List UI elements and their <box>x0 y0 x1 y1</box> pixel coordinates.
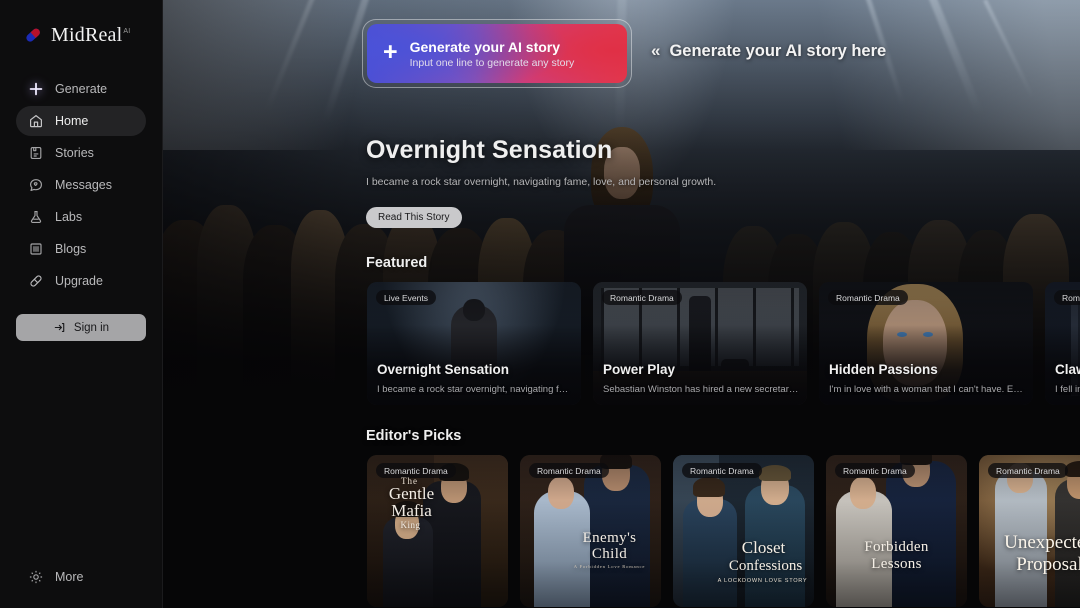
card-title: Claws of Desire <box>1055 362 1080 377</box>
featured-heading: Featured <box>366 255 428 271</box>
brand-logo[interactable]: MidRealAI <box>0 18 162 52</box>
cover-line: Unexpected <box>1004 532 1080 553</box>
featured-card[interactable]: Live Events Overnight Sensation I became… <box>367 282 581 405</box>
chevron-left-icon: « <box>651 41 661 60</box>
login-icon <box>53 321 66 334</box>
sidebar-item-stories[interactable]: Stories <box>16 138 146 168</box>
card-title: Hidden Passions <box>829 362 938 377</box>
app-root: MidRealAI Generate Home Stories Messages… <box>0 0 1080 608</box>
sidebar-item-label: Blogs <box>55 242 87 256</box>
onboarding-hint-text: Generate your AI story here <box>669 41 887 60</box>
genre-badge: Romantic Drama <box>1054 290 1080 305</box>
pill-icon <box>28 273 44 289</box>
brand-superscript: AI <box>123 27 131 35</box>
card-title: Overnight Sensation <box>377 362 510 377</box>
sidebar-item-label: Home <box>55 114 89 128</box>
cover-line: Lessons <box>871 556 922 572</box>
main-content: + Generate your AI story Input one line … <box>163 0 1080 608</box>
cta-subtitle: Input one line to generate any story <box>409 56 575 69</box>
flask-icon <box>28 209 44 225</box>
hero-title: Overnight Sensation <box>366 136 613 164</box>
scroll-icon <box>28 145 44 161</box>
sidebar-item-label: Generate <box>55 82 108 96</box>
brand-name: MidRealAI <box>51 23 131 46</box>
cover-line: Mafia <box>391 501 432 520</box>
sidebar-item-label: Labs <box>55 210 83 224</box>
featured-row: Live Events Overnight Sensation I became… <box>367 282 1080 405</box>
read-this-story-button[interactable]: Read This Story <box>366 207 462 228</box>
hero-copy: Overnight Sensation I became a rock star… <box>366 136 926 228</box>
genre-badge: Live Events <box>376 290 436 305</box>
cover-line: Closet <box>741 538 786 557</box>
sidebar: MidRealAI Generate Home Stories Messages… <box>0 0 163 608</box>
sidebar-item-messages[interactable]: Messages <box>16 170 146 200</box>
sidebar-item-home[interactable]: Home <box>16 106 146 136</box>
card-title: Power Play <box>603 362 676 377</box>
cover-line: Proposal <box>1016 554 1080 575</box>
sidebar-item-upgrade[interactable]: Upgrade <box>16 266 146 296</box>
cta-title: Generate your AI story <box>409 38 561 55</box>
sidebar-item-generate[interactable]: Generate <box>16 74 146 104</box>
cover-line: Forbidden <box>864 539 929 555</box>
editors-picks-heading: Editor's Picks <box>366 428 462 444</box>
card-description: I fell in love with a waifu catgirl and … <box>1055 384 1080 395</box>
sign-in-button[interactable]: Sign in <box>16 314 146 341</box>
sidebar-item-label: Messages <box>55 178 112 192</box>
genre-badge: Romantic Drama <box>835 463 915 478</box>
genre-badge: Romantic Drama <box>602 290 682 305</box>
pick-card[interactable]: Romantic Drama The Gentle Mafia King <box>367 455 508 607</box>
sidebar-item-label: Stories <box>55 146 94 160</box>
cover-line: Confessions <box>728 558 803 574</box>
hero-subtitle: I became a rock star overnight, navigati… <box>366 176 717 188</box>
featured-card[interactable]: Romantic Drama Claws of Desire I fell in… <box>1045 282 1080 405</box>
message-icon <box>28 177 44 193</box>
featured-card[interactable]: Romantic Drama Hidden Passions I'm in lo… <box>819 282 1033 405</box>
book-icon <box>28 241 44 257</box>
sidebar-item-more[interactable]: More <box>16 564 95 590</box>
sidebar-item-label: Upgrade <box>55 274 103 288</box>
home-icon <box>28 113 44 129</box>
genre-badge: Romantic Drama <box>529 463 609 478</box>
sign-in-label: Sign in <box>73 321 110 334</box>
plus-icon: + <box>383 38 398 66</box>
pick-card[interactable]: Romantic Drama Closet Confessions A LOCK… <box>673 455 814 607</box>
featured-card[interactable]: Romantic Drama Power Play Sebastian Wins… <box>593 282 807 405</box>
genre-badge: Romantic Drama <box>682 463 762 478</box>
pick-card[interactable]: Romantic Drama Forbidden Lessons <box>826 455 967 607</box>
card-description: I'm in love with a woman that I can't ha… <box>829 384 1025 395</box>
cover-line: A LOCKDOWN LOVE STORY <box>717 578 808 584</box>
cover-line: Enemy's <box>582 530 637 546</box>
cover-line: A Forbidden Love Romance <box>573 564 646 569</box>
cover-line: King <box>400 520 421 530</box>
cover-line: Gentle <box>388 484 435 503</box>
sidebar-item-labs[interactable]: Labs <box>16 202 146 232</box>
onboarding-hint: « Generate your AI story here <box>651 41 886 61</box>
sidebar-item-label: More <box>55 570 84 584</box>
genre-badge: Romantic Drama <box>828 290 908 305</box>
pick-card[interactable]: Romantic Drama Enemy's Child A Forbidden… <box>520 455 661 607</box>
gear-icon <box>28 569 44 585</box>
sign-in-wrap: Sign in <box>0 304 162 341</box>
pick-card[interactable]: Romantic Drama Unexpected Proposal <box>979 455 1080 607</box>
cover-line: Child <box>591 546 628 562</box>
sidebar-item-blogs[interactable]: Blogs <box>16 234 146 264</box>
card-description: I became a rock star overnight, navigati… <box>377 384 573 395</box>
card-description: Sebastian Winston has hired a new secret… <box>603 384 799 395</box>
pill-logo-icon <box>22 24 44 46</box>
sidebar-nav: Generate Home Stories Messages Labs Blog… <box>0 74 162 296</box>
editors-picks-row: Romantic Drama The Gentle Mafia King Rom… <box>367 455 1080 607</box>
generate-story-cta[interactable]: + Generate your AI story Input one line … <box>362 19 632 88</box>
genre-badge: Romantic Drama <box>988 463 1068 478</box>
plus-icon <box>28 81 44 97</box>
